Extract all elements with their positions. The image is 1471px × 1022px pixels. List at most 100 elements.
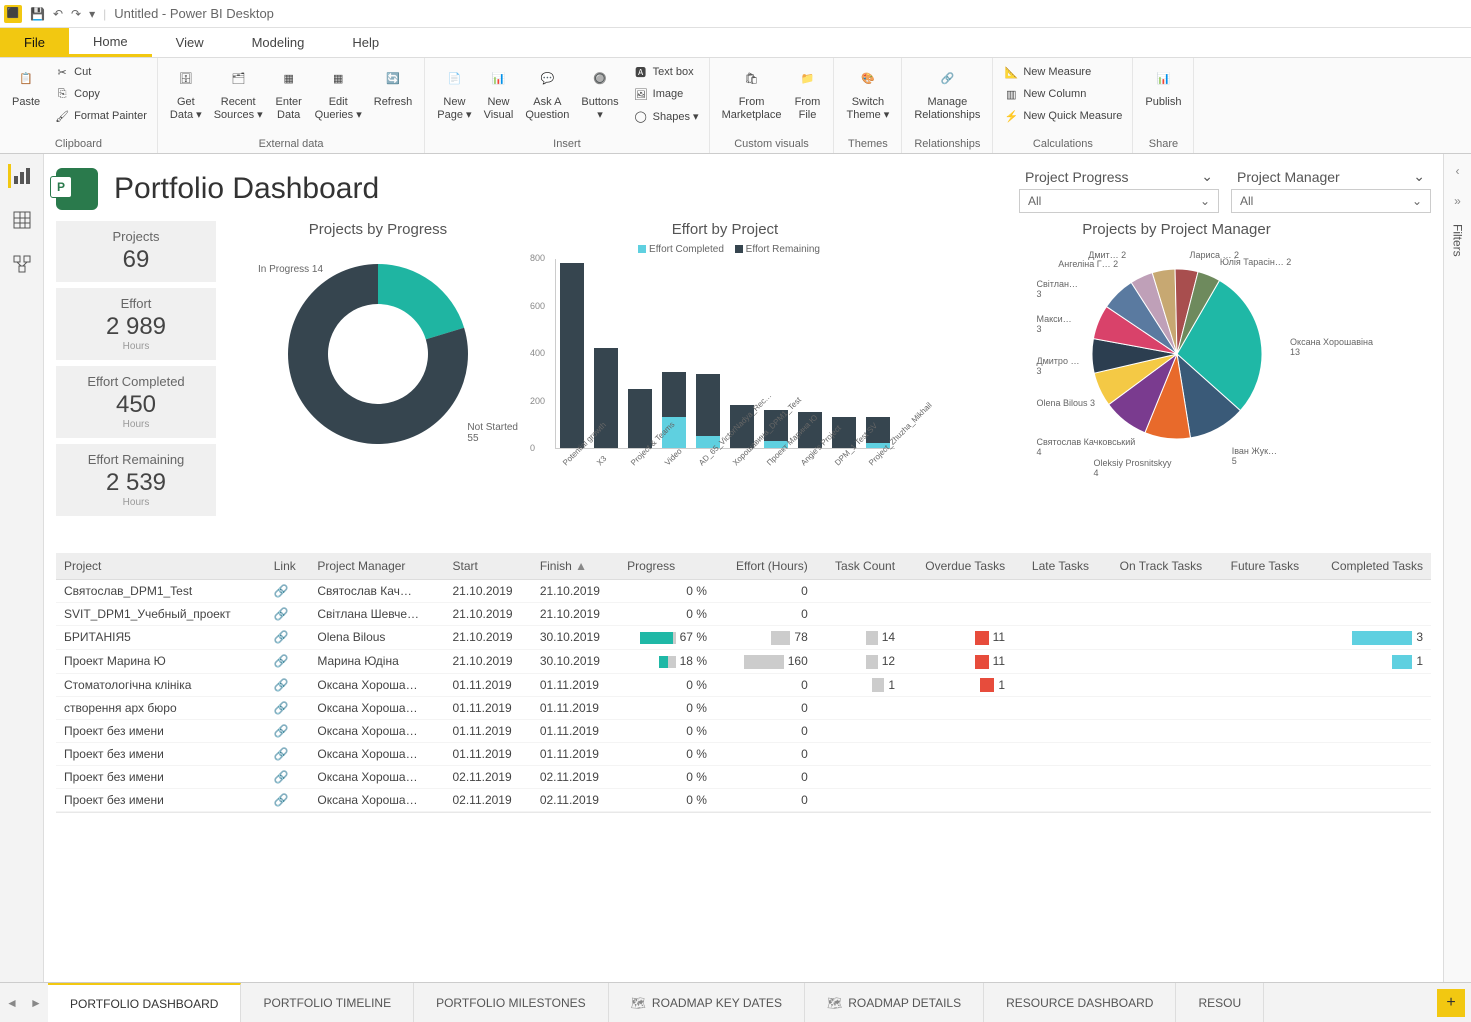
pie-chart[interactable]: Projects by Project Manager Оксана Хорош… — [922, 221, 1431, 541]
model-view-icon[interactable] — [10, 252, 34, 276]
chevron-down-icon[interactable]: ⌄ — [1201, 168, 1213, 185]
th-ontrack[interactable]: On Track Tasks — [1097, 553, 1210, 580]
table-row[interactable]: Проект без имени🔗Оксана Хороша…01.11.201… — [56, 743, 1431, 766]
tab-prev-icon[interactable]: ◄ — [0, 996, 24, 1010]
link-icon[interactable]: 🔗 — [274, 654, 289, 668]
from-marketplace-button[interactable]: 🛍From Marketplace — [716, 62, 788, 126]
shapes-button[interactable]: ◯Shapes ▾ — [629, 106, 703, 126]
table-row[interactable]: Проект без имени🔗Оксана Хороша…01.11.201… — [56, 720, 1431, 743]
table-row[interactable]: Проект без имени🔗Оксана Хороша…02.11.201… — [56, 766, 1431, 789]
kpi-completed[interactable]: Effort Completed 450 Hours — [56, 366, 216, 438]
th-overdue[interactable]: Overdue Tasks — [903, 553, 1013, 580]
page-tab[interactable]: PORTFOLIO MILESTONES — [414, 983, 609, 1022]
tab-next-icon[interactable]: ► — [24, 996, 48, 1010]
chevron-down-icon[interactable]: ⌄ — [1200, 194, 1210, 208]
save-icon[interactable]: 💾 — [30, 7, 45, 21]
paste-button[interactable]: 📋Paste — [6, 62, 46, 113]
tab-modeling[interactable]: Modeling — [228, 28, 329, 57]
donut-chart[interactable]: Projects by Progress In Progress 14 Not … — [228, 221, 528, 541]
expand-icon[interactable]: » — [1454, 194, 1461, 208]
switch-theme-button[interactable]: 🎨Switch Theme ▾ — [840, 62, 895, 126]
chevron-down-icon[interactable]: ⌄ — [1412, 194, 1422, 208]
table-row[interactable]: Стоматологічна клініка🔗Оксана Хороша…01.… — [56, 673, 1431, 697]
qat-dropdown-icon[interactable]: ▾ — [89, 7, 95, 21]
right-rail: ‹ » Filters — [1443, 154, 1471, 982]
th-completed[interactable]: Completed Tasks — [1307, 553, 1431, 580]
buttons-button[interactable]: 🔘Buttons ▾ — [575, 62, 624, 126]
table-row[interactable]: Святослав_DPM1_Test🔗Святослав Кач…21.10.… — [56, 580, 1431, 603]
project-table[interactable]: ProjectLinkProject ManagerStartFinish ▲P… — [56, 553, 1431, 813]
table-row[interactable]: створення арх бюро🔗Оксана Хороша…01.11.2… — [56, 697, 1431, 720]
redo-icon[interactable]: ↷ — [71, 7, 81, 21]
slicer-progress[interactable]: Project Progress⌄ All⌄ — [1019, 164, 1219, 213]
page-tab[interactable]: 🗺ROADMAP KEY DATES — [609, 983, 805, 1022]
table-row[interactable]: Проект Марина Ю🔗Марина Юдіна21.10.201930… — [56, 649, 1431, 673]
publish-button[interactable]: 📊Publish — [1139, 62, 1187, 113]
kpi-remaining[interactable]: Effort Remaining 2 539 Hours — [56, 444, 216, 516]
table-row[interactable]: SVIT_DPM1_Учебный_проект🔗Світлана Шевче…… — [56, 603, 1431, 626]
th-link[interactable]: Link — [266, 553, 310, 580]
tab-view[interactable]: View — [152, 28, 228, 57]
enter-data-button[interactable]: ▦Enter Data — [269, 62, 309, 126]
report-view-icon[interactable] — [8, 164, 32, 188]
new-measure-button[interactable]: 📐New Measure — [999, 62, 1126, 82]
link-icon[interactable]: 🔗 — [274, 630, 289, 644]
image-button[interactable]: 🖼Image — [629, 84, 703, 104]
tab-help[interactable]: Help — [328, 28, 403, 57]
tab-file[interactable]: File — [0, 28, 69, 57]
table-icon: ▦ — [275, 66, 303, 94]
bar-chart[interactable]: Effort by Project Effort Completed Effor… — [540, 221, 910, 541]
manage-relationships-button[interactable]: 🔗Manage Relationships — [908, 62, 986, 126]
th-effort[interactable]: Effort (Hours) — [715, 553, 816, 580]
kpi-effort[interactable]: Effort 2 989 Hours — [56, 288, 216, 360]
th-start[interactable]: Start — [444, 553, 531, 580]
get-data-button[interactable]: 🗄Get Data ▾ — [164, 62, 208, 126]
page-tab[interactable]: PORTFOLIO TIMELINE — [241, 983, 414, 1022]
new-visual-button[interactable]: 📊New Visual — [478, 62, 520, 126]
tab-home[interactable]: Home — [69, 28, 152, 57]
new-page-button[interactable]: 📄New Page ▾ — [431, 62, 477, 126]
add-page-button[interactable]: + — [1437, 989, 1465, 1017]
page-tab[interactable]: RESOURCE DASHBOARD — [984, 983, 1176, 1022]
link-icon[interactable]: 🔗 — [274, 724, 289, 738]
refresh-button[interactable]: 🔄Refresh — [368, 62, 419, 113]
textbox-button[interactable]: 🅰Text box — [629, 62, 703, 82]
table-row[interactable]: Проект без имени🔗Оксана Хороша…02.11.201… — [56, 789, 1431, 812]
link-icon[interactable]: 🔗 — [274, 678, 289, 692]
th-project[interactable]: Project — [56, 553, 266, 580]
filters-pane-toggle[interactable]: Filters — [1451, 224, 1465, 257]
th-pm[interactable]: Project Manager — [309, 553, 444, 580]
theme-icon: 🎨 — [854, 66, 882, 94]
page-tab[interactable]: 🗺ROADMAP DETAILS — [805, 983, 984, 1022]
th-progress[interactable]: Progress — [619, 553, 715, 580]
th-finish[interactable]: Finish ▲ — [532, 553, 619, 580]
link-icon[interactable]: 🔗 — [274, 607, 289, 621]
th-future[interactable]: Future Tasks — [1210, 553, 1307, 580]
recent-sources-button[interactable]: 🗂Recent Sources ▾ — [208, 62, 269, 126]
data-view-icon[interactable] — [10, 208, 34, 232]
page-tab[interactable]: RESOU — [1176, 983, 1264, 1022]
link-icon[interactable]: 🔗 — [274, 584, 289, 598]
undo-icon[interactable]: ↶ — [53, 7, 63, 21]
link-icon[interactable]: 🔗 — [274, 793, 289, 807]
format-painter-button[interactable]: 🖌Format Painter — [50, 106, 151, 126]
cut-button[interactable]: ✂Cut — [50, 62, 151, 82]
collapse-icon[interactable]: ‹ — [1456, 164, 1460, 178]
edit-queries-button[interactable]: ▦Edit Queries ▾ — [309, 62, 368, 126]
th-tasks[interactable]: Task Count — [816, 553, 903, 580]
kpi-projects[interactable]: Projects 69 — [56, 221, 216, 282]
new-quick-measure-button[interactable]: ⚡New Quick Measure — [999, 106, 1126, 126]
link-icon[interactable]: 🔗 — [274, 770, 289, 784]
link-icon[interactable]: 🔗 — [274, 701, 289, 715]
slicer-manager[interactable]: Project Manager⌄ All⌄ — [1231, 164, 1431, 213]
new-column-button[interactable]: ▥New Column — [999, 84, 1126, 104]
page-tab[interactable]: PORTFOLIO DASHBOARD — [48, 983, 241, 1022]
ask-question-button[interactable]: 💬Ask A Question — [519, 62, 575, 126]
copy-button[interactable]: ⎘Copy — [50, 84, 151, 104]
link-icon[interactable]: 🔗 — [274, 747, 289, 761]
chevron-down-icon[interactable]: ⌄ — [1413, 168, 1425, 185]
table-row[interactable]: БРИТАНІЯ5🔗Olena Bilous21.10.201930.10.20… — [56, 626, 1431, 650]
th-late[interactable]: Late Tasks — [1013, 553, 1097, 580]
report-canvas[interactable]: Portfolio Dashboard Project Progress⌄ Al… — [44, 154, 1443, 982]
from-file-button[interactable]: 📁From File — [787, 62, 827, 126]
